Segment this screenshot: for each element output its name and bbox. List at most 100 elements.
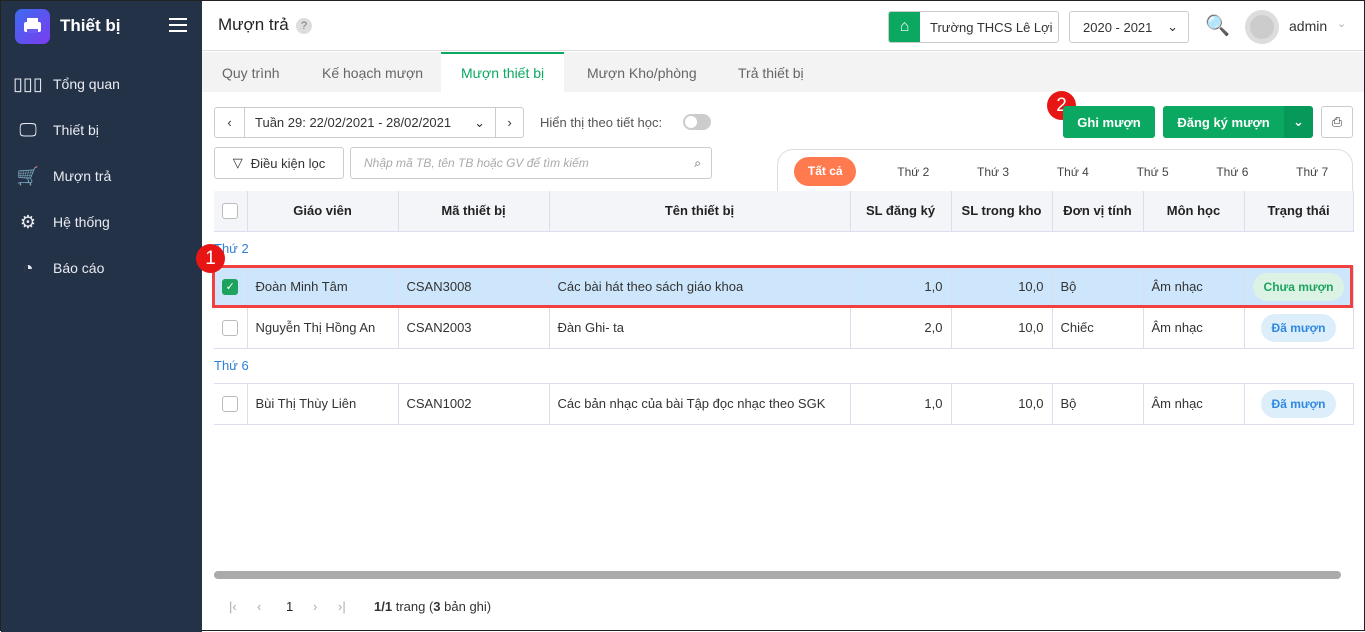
school-name: Trường THCS Lê Lợi bbox=[930, 19, 1053, 35]
cell-unit: Chiếc bbox=[1052, 307, 1144, 349]
app-brand: Thiết bị bbox=[60, 16, 121, 35]
bar-chart-icon: ▯▯▯ bbox=[13, 73, 43, 94]
row-checkbox[interactable] bbox=[214, 383, 248, 425]
table-row[interactable]: Bùi Thị Thùy Liên CSAN1002 Các bản nhạc … bbox=[214, 383, 1354, 425]
school-selector[interactable]: ⌂ Trường THCS Lê Lợi bbox=[888, 11, 1059, 43]
sidebar-item-muon-tra[interactable]: 🛒 Mượn trả bbox=[15, 156, 202, 196]
cell-teacher: Bùi Thị Thùy Liên bbox=[247, 383, 399, 425]
cell-code: CSAN1002 bbox=[398, 383, 550, 425]
monitor-icon: 🖵 bbox=[19, 119, 37, 140]
col-header: Trạng thái bbox=[1244, 191, 1354, 232]
sidebar-item-thiet-bi[interactable]: 🖵 Thiết bị bbox=[15, 110, 202, 150]
period-toggle[interactable] bbox=[683, 114, 711, 130]
page-title: Mượn trả bbox=[218, 15, 289, 34]
sidebar-item-label: Hệ thống bbox=[53, 214, 110, 230]
user-name[interactable]: admin bbox=[1289, 18, 1327, 34]
filter-label: Điều kiện lọc bbox=[250, 155, 326, 171]
col-header: SL trong kho bbox=[951, 191, 1053, 232]
day-tab-thu-4[interactable]: Thứ 4 bbox=[1033, 165, 1113, 179]
sidebar-item-label: Báo cáo bbox=[53, 260, 105, 276]
hamburger-menu-icon[interactable] bbox=[169, 18, 187, 32]
page-info: 1/1 trang (3 bản ghi) bbox=[374, 599, 492, 614]
prev-page-icon[interactable]: ‹ bbox=[257, 599, 261, 614]
day-tab-all[interactable]: Tất cả bbox=[794, 157, 857, 186]
day-tab-thu-2[interactable]: Thứ 2 bbox=[873, 165, 953, 179]
search-icon[interactable]: ⌕ bbox=[694, 156, 701, 171]
gear-icon: ⚙ bbox=[19, 211, 37, 232]
day-tab-thu-7[interactable]: Thứ 7 bbox=[1272, 165, 1352, 179]
cell-name: Các bản nhạc của bài Tập đọc nhạc theo S… bbox=[549, 383, 851, 425]
sidebar-item-tong-quan[interactable]: ▯▯▯ Tổng quan bbox=[13, 64, 202, 104]
cell-stock: 10,0 bbox=[951, 307, 1053, 349]
sidebar: Thiết bị ▯▯▯ Tổng quan 🖵 Thiết bị 🛒 Mượn tr… bbox=[1, 1, 202, 632]
group-row: Thứ 6 bbox=[214, 348, 1353, 384]
dang-ky-dropdown-chevron-icon[interactable]: ⌄ bbox=[1284, 106, 1313, 138]
cell-unit: Bộ bbox=[1052, 383, 1144, 425]
cell-subject: Âm nhạc bbox=[1143, 383, 1245, 425]
cell-teacher: Nguyễn Thị Hồng An bbox=[247, 307, 399, 349]
tab-quy-trinh[interactable]: Quy trình bbox=[202, 52, 300, 92]
tab-bar: Quy trình Kế hoạch mượn Mượn thiết bị Mư… bbox=[202, 52, 1364, 92]
page-number[interactable]: 1 bbox=[286, 599, 293, 614]
day-filter-tabs: Tất cả Thứ 2 Thứ 3 Thứ 4 Thứ 5 Thứ 6 Thứ… bbox=[777, 149, 1353, 193]
cart-icon: 🛒 bbox=[16, 165, 40, 186]
status-badge: Đã mượn bbox=[1260, 389, 1337, 418]
sidebar-item-bao-cao[interactable]: ◔ Báo cáo bbox=[15, 248, 202, 288]
highlight-box bbox=[212, 265, 1353, 308]
day-tab-thu-6[interactable]: Thứ 6 bbox=[1192, 165, 1272, 179]
col-header: Mã thiết bị bbox=[398, 191, 550, 232]
filter-icon: ▽ bbox=[232, 155, 243, 170]
help-icon[interactable]: ? bbox=[296, 18, 312, 34]
chevron-down-icon: ⌄ bbox=[1167, 19, 1178, 34]
print-button[interactable]: ⎙ bbox=[1321, 106, 1353, 138]
week-value: Tuần 29: 22/02/2021 - 28/02/2021 bbox=[255, 115, 452, 130]
sidebar-item-label: Mượn trả bbox=[53, 168, 112, 184]
day-tab-thu-5[interactable]: Thứ 5 bbox=[1113, 165, 1193, 179]
ghi-muon-button[interactable]: Ghi mượn bbox=[1063, 106, 1155, 138]
magnifier-chart-icon[interactable]: 🔍 bbox=[1205, 13, 1230, 38]
status-badge: Đã mượn bbox=[1260, 313, 1337, 342]
last-page-icon[interactable]: ›| bbox=[338, 599, 346, 614]
cell-qty: 1,0 bbox=[850, 383, 952, 425]
first-page-icon[interactable]: |‹ bbox=[229, 599, 237, 614]
search-input[interactable]: Nhập mã TB, tên TB hoặc GV để tìm kiếm ⌕ bbox=[350, 147, 712, 179]
col-header: Môn học bbox=[1143, 191, 1245, 232]
tab-tra-thiet-bi[interactable]: Trả thiết bị bbox=[718, 52, 824, 92]
tab-ke-hoach-muon[interactable]: Kế hoạch mượn bbox=[302, 52, 443, 92]
next-page-icon[interactable]: › bbox=[313, 599, 317, 614]
sidebar-item-label: Thiết bị bbox=[53, 122, 99, 138]
cell-name: Đàn Ghi- ta bbox=[549, 307, 851, 349]
pie-chart-icon: ◔ bbox=[22, 257, 34, 278]
sidebar-item-he-thong[interactable]: ⚙ Hệ thống bbox=[15, 202, 202, 242]
year-select[interactable]: 2020 - 2021 ⌄ bbox=[1069, 11, 1189, 43]
select-all-checkbox[interactable] bbox=[214, 191, 248, 232]
col-header: SL đăng ký bbox=[850, 191, 952, 232]
search-placeholder: Nhập mã TB, tên TB hoặc GV để tìm kiếm bbox=[364, 156, 589, 170]
tab-muon-thiet-bi[interactable]: Mượn thiết bị bbox=[441, 52, 565, 92]
avatar[interactable] bbox=[1245, 10, 1279, 44]
printer-logo-icon bbox=[15, 9, 50, 44]
cell-code: CSAN2003 bbox=[398, 307, 550, 349]
col-header: Đơn vị tính bbox=[1052, 191, 1144, 232]
cell-stock: 10,0 bbox=[951, 383, 1053, 425]
tab-muon-kho-phong[interactable]: Mượn Kho/phòng bbox=[567, 52, 717, 92]
horizontal-scrollbar[interactable] bbox=[214, 571, 1341, 579]
dang-ky-muon-button[interactable]: Đăng ký mượn bbox=[1163, 106, 1284, 138]
filter-button[interactable]: ▽ Điều kiện lọc bbox=[214, 147, 344, 179]
day-tab-thu-3[interactable]: Thứ 3 bbox=[953, 165, 1033, 179]
group-row: Thứ 2 bbox=[214, 231, 1353, 267]
home-icon: ⌂ bbox=[889, 12, 920, 42]
next-week-button[interactable]: › bbox=[495, 107, 524, 138]
group-label: Thứ 2 bbox=[214, 231, 1353, 267]
prev-week-button[interactable]: ‹ bbox=[214, 107, 245, 138]
table-header: Giáo viên Mã thiết bị Tên thiết bị SL đă… bbox=[214, 191, 1354, 232]
cell-subject: Âm nhạc bbox=[1143, 307, 1245, 349]
week-select[interactable]: Tuần 29: 22/02/2021 - 28/02/2021 ⌄ bbox=[244, 107, 496, 138]
row-checkbox[interactable] bbox=[214, 307, 248, 349]
header: Mượn trả ? ⌂ Trường THCS Lê Lợi 2020 - 20… bbox=[202, 1, 1364, 51]
toggle-label: Hiển thị theo tiết học: bbox=[540, 115, 663, 130]
year-value: 2020 - 2021 bbox=[1083, 19, 1153, 35]
table-row[interactable]: Nguyễn Thị Hồng An CSAN2003 Đàn Ghi- ta … bbox=[214, 307, 1354, 349]
col-header: Tên thiết bị bbox=[549, 191, 851, 232]
chevron-down-icon[interactable]: ⌄ bbox=[1337, 17, 1346, 30]
